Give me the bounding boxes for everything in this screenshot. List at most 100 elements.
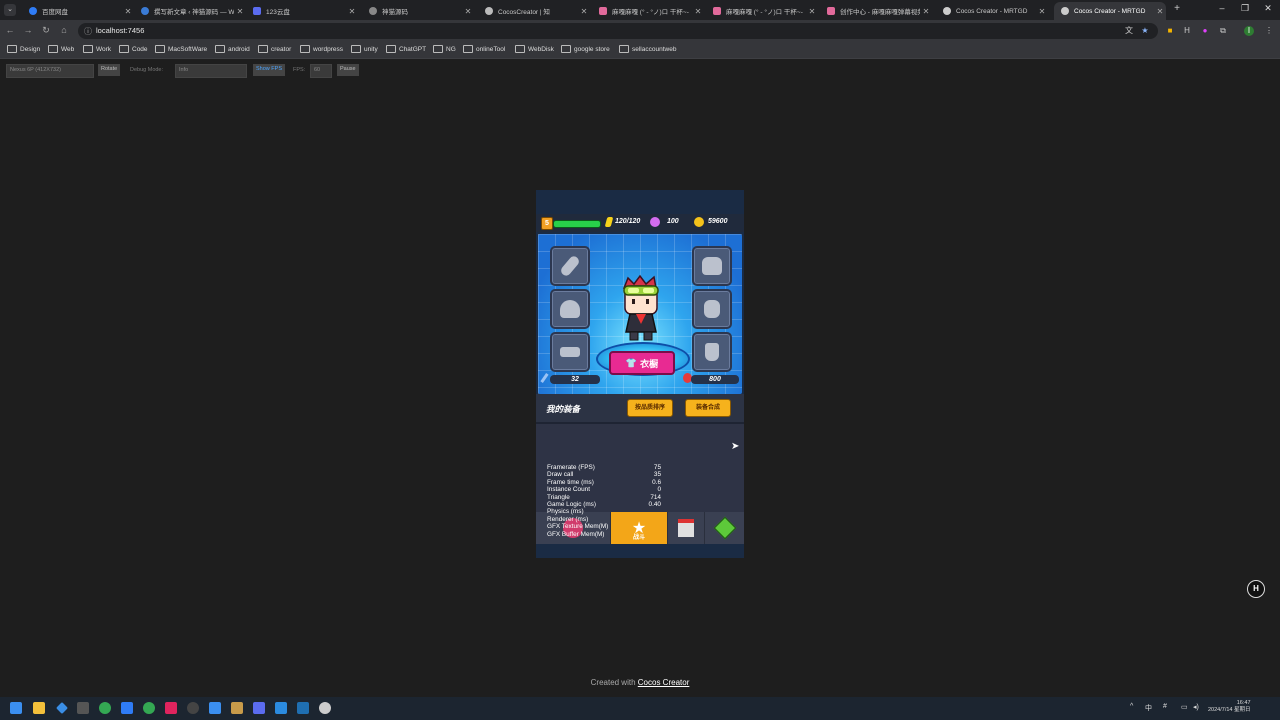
bookmark-folder[interactable]: google store (561, 45, 610, 53)
stat-row: Framerate (FPS) 75 (547, 464, 661, 471)
cocos-creator-link[interactable]: Cocos Creator (638, 678, 690, 687)
tab-zhihu[interactable]: CocosCreator | 知 ✕ (478, 2, 590, 20)
menu-kebab-icon[interactable]: ⋮ (1264, 26, 1274, 36)
bookmark-folder[interactable]: android (215, 45, 250, 53)
app-circle-icon[interactable] (187, 702, 199, 714)
translate-icon[interactable]: 文 (1124, 26, 1134, 36)
bookmark-folder[interactable]: creator (258, 45, 291, 53)
extension-download-icon[interactable]: ● (1200, 26, 1210, 36)
device-select[interactable]: Nexus 6P (412X732) (6, 64, 94, 78)
extension-h-icon[interactable]: H (1182, 26, 1192, 36)
bookmark-folder[interactable]: Code (119, 45, 148, 53)
home-icon[interactable]: ⌂ (58, 25, 70, 35)
vscode-icon[interactable] (275, 702, 287, 714)
game-canvas[interactable]: 5 120/120 100 59600 👕 衣橱 32 800 我的装备 按品质… (536, 190, 744, 558)
slot-boots[interactable] (692, 332, 732, 372)
app-blue-icon[interactable] (209, 702, 221, 714)
ime-indicator[interactable]: 中 (1145, 703, 1152, 713)
bookmark-folder[interactable]: ChatGPT (386, 45, 426, 53)
sort-by-quality-button[interactable]: 按品质排序 (627, 399, 673, 417)
restore-icon[interactable]: ❐ (1238, 3, 1252, 14)
fps-input[interactable]: 60 (310, 64, 332, 78)
bookmark-folder[interactable]: Work (83, 45, 111, 53)
close-icon[interactable]: ✕ (806, 7, 818, 16)
level-badge: 5 (541, 217, 553, 230)
close-icon[interactable]: ✕ (1036, 7, 1048, 16)
close-icon[interactable]: ✕ (1154, 7, 1166, 16)
nav-gem[interactable] (705, 512, 744, 544)
close-icon[interactable]: ✕ (234, 7, 246, 16)
pause-button[interactable]: Pause (337, 64, 359, 76)
tab-bilibili-2[interactable]: 麻嘎麻嘎 (° - °ノ)ロ 干杯~- ✕ (706, 2, 818, 20)
extensions-puzzle-icon[interactable]: ⧉ (1218, 26, 1228, 36)
bookmark-folder[interactable]: unity (351, 45, 378, 53)
bookmark-star-icon[interactable]: ★ (1140, 26, 1150, 36)
volume-icon[interactable]: ◂) (1193, 703, 1199, 711)
tab-baidu-pan[interactable]: 百度网盘 ✕ (22, 2, 134, 20)
tab-write-article[interactable]: 撰写新文章 ‹ 神猫源码 — Wo ✕ (134, 2, 246, 20)
bookmark-folder[interactable]: NG (433, 45, 456, 53)
slot-weapon[interactable] (550, 246, 590, 286)
chrome-active-icon[interactable] (143, 702, 155, 714)
slot-helmet[interactable] (550, 289, 590, 329)
tab-bilibili-1[interactable]: 麻嘎麻嘎 (° - °ノ)ロ 干杯~- ✕ (592, 2, 704, 20)
keyboard-icon[interactable]: # (1163, 703, 1167, 710)
baidu-pan-icon[interactable] (121, 702, 133, 714)
extension-honey-icon[interactable]: ■ (1165, 26, 1175, 36)
close-icon[interactable]: ✕ (692, 7, 704, 16)
h-logo-icon[interactable]: H (1247, 580, 1265, 598)
bookmark-folder[interactable]: MacSoftWare (155, 45, 207, 53)
app-icon[interactable] (77, 702, 89, 714)
window-close-icon[interactable]: ✕ (1261, 3, 1275, 14)
tray-chevron-icon[interactable]: ^ (1130, 703, 1133, 710)
close-icon[interactable]: ✕ (462, 7, 474, 16)
start-windows-icon[interactable] (10, 702, 22, 714)
tab-creator-center[interactable]: 创作中心 - 麻嘎麻嘎弹幕视频 ✕ (820, 2, 932, 20)
app-gold-icon[interactable] (231, 702, 243, 714)
tab-cocos-1[interactable]: Cocos Creator - MRTGD ✕ (936, 2, 1048, 20)
app-white-icon[interactable] (319, 702, 331, 714)
close-icon[interactable]: ✕ (578, 7, 590, 16)
energy-bolt-icon (604, 217, 614, 227)
tab-search-button[interactable]: ⌄ (4, 4, 16, 16)
minimize-icon[interactable]: – (1215, 3, 1229, 13)
bookmark-folder[interactable]: sellaccountweb (619, 45, 676, 53)
tab-123pan[interactable]: 123云盘 ✕ (246, 2, 358, 20)
bookmark-folder[interactable]: wordpress (300, 45, 343, 53)
show-fps-button[interactable]: Show FPS (253, 64, 285, 76)
site-info-icon[interactable]: ⓘ (84, 26, 92, 37)
debug-mode-select[interactable]: Info (175, 64, 247, 78)
back-icon[interactable]: ← (4, 25, 16, 35)
hp-bar (553, 220, 601, 228)
rotate-button[interactable]: Rotate (98, 64, 121, 76)
nav-shop[interactable] (668, 512, 705, 544)
slot-gloves[interactable] (692, 289, 732, 329)
forward-icon[interactable]: → (22, 25, 34, 35)
bookmark-folder[interactable]: Web (48, 45, 74, 53)
system-clock[interactable]: 16:47 2024/7/14 星期日 (1208, 700, 1251, 714)
app-red-icon[interactable] (165, 702, 177, 714)
tab-cocos-active[interactable]: Cocos Creator - MRTGD ✕ (1054, 2, 1166, 20)
slot-armor[interactable] (692, 246, 732, 286)
123pan-icon[interactable] (253, 702, 265, 714)
windows-taskbar: ^ 中 # ▭ ◂) 16:47 2024/7/14 星期日 (0, 697, 1280, 720)
chrome-icon[interactable] (99, 702, 111, 714)
network-icon[interactable]: ▭ (1181, 703, 1188, 711)
slot-belt[interactable] (550, 332, 590, 372)
close-icon[interactable]: ✕ (346, 7, 358, 16)
reload-icon[interactable]: ↻ (40, 25, 52, 36)
bookmark-folder[interactable]: onlineTool (463, 45, 505, 53)
wardrobe-button[interactable]: 👕 衣橱 (609, 351, 675, 375)
app-check-icon[interactable] (297, 702, 309, 714)
new-tab-button[interactable]: + (1171, 3, 1183, 17)
close-icon[interactable]: ✕ (122, 7, 134, 16)
tab-shenmao[interactable]: 神猫源码 ✕ (362, 2, 474, 20)
profile-avatar-icon[interactable]: I (1244, 26, 1254, 36)
bookmark-folder[interactable]: WebDisk (515, 45, 554, 53)
file-explorer-icon[interactable] (33, 702, 45, 714)
bookmark-folder[interactable]: Design (7, 45, 40, 53)
merge-equipment-button[interactable]: 装备合成 (685, 399, 731, 417)
close-icon[interactable]: ✕ (920, 7, 932, 16)
address-bar[interactable]: ⓘ localhost:7456 (78, 23, 1158, 39)
pen-tool-icon[interactable] (56, 702, 68, 714)
